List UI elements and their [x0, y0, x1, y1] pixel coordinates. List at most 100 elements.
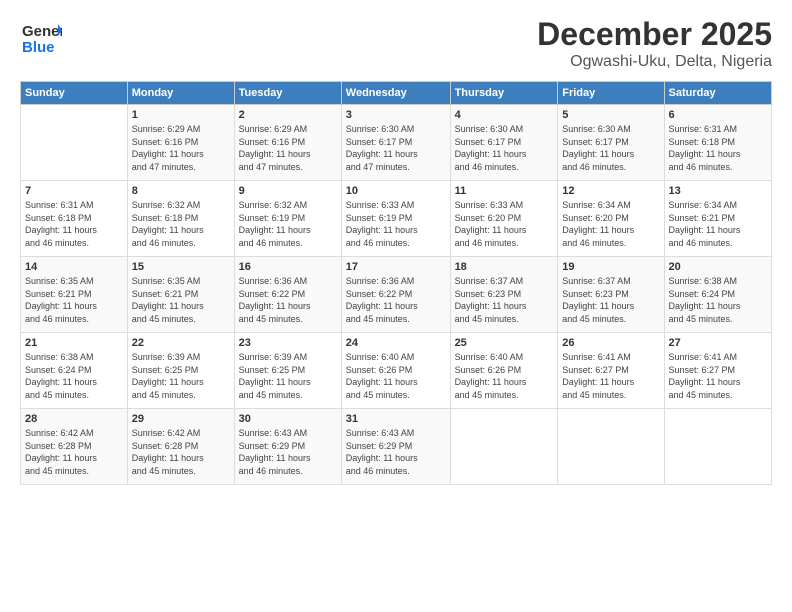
calendar-cell: 9 Sunrise: 6:32 AM Sunset: 6:19 PM Daylig…: [234, 181, 341, 257]
calendar-day-header: Tuesday: [234, 82, 341, 105]
calendar-cell: 14 Sunrise: 6:35 AM Sunset: 6:21 PM Dayli…: [21, 257, 128, 333]
day-number: 31: [346, 413, 446, 425]
svg-text:General: General: [22, 23, 62, 40]
day-info: Sunrise: 6:33 AM Sunset: 6:20 PM Dayligh…: [455, 199, 554, 249]
day-number: 16: [239, 261, 337, 273]
day-info: Sunrise: 6:29 AM Sunset: 6:16 PM Dayligh…: [239, 123, 337, 173]
calendar-cell: 11 Sunrise: 6:33 AM Sunset: 6:20 PM Dayli…: [450, 181, 558, 257]
day-number: 10: [346, 185, 446, 197]
calendar-day-header: Sunday: [21, 82, 128, 105]
day-info: Sunrise: 6:36 AM Sunset: 6:22 PM Dayligh…: [346, 275, 446, 325]
day-number: 26: [562, 337, 659, 349]
calendar-cell: 3 Sunrise: 6:30 AM Sunset: 6:17 PM Daylig…: [341, 105, 450, 181]
calendar-cell: 23 Sunrise: 6:39 AM Sunset: 6:25 PM Dayli…: [234, 333, 341, 409]
logo: General Blue: [20, 16, 62, 63]
day-info: Sunrise: 6:35 AM Sunset: 6:21 PM Dayligh…: [25, 275, 123, 325]
day-number: 9: [239, 185, 337, 197]
day-number: 6: [669, 109, 767, 121]
calendar-cell: 24 Sunrise: 6:40 AM Sunset: 6:26 PM Dayli…: [341, 333, 450, 409]
calendar-cell: 25Sunrise: 6:40 AM Sunset: 6:26 PM Dayli…: [450, 333, 558, 409]
day-number: 8: [132, 185, 230, 197]
day-number: 20: [669, 261, 767, 273]
calendar-cell: 28Sunrise: 6:42 AM Sunset: 6:28 PM Dayli…: [21, 409, 128, 485]
calendar-cell: 4Sunrise: 6:30 AM Sunset: 6:17 PM Daylig…: [450, 105, 558, 181]
day-number: 15: [132, 261, 230, 273]
day-info: Sunrise: 6:41 AM Sunset: 6:27 PM Dayligh…: [562, 351, 659, 401]
calendar-week-row: 28Sunrise: 6:42 AM Sunset: 6:28 PM Dayli…: [21, 409, 772, 485]
title-block: December 2025 Ogwashi-Uku, Delta, Nigeri…: [537, 16, 772, 71]
calendar-header-row: SundayMondayTuesdayWednesdayThursdayFrid…: [21, 82, 772, 105]
calendar-cell: 6 Sunrise: 6:31 AM Sunset: 6:18 PM Daylig…: [664, 105, 771, 181]
calendar-week-row: 21 Sunrise: 6:38 AM Sunset: 6:24 PM Dayli…: [21, 333, 772, 409]
day-number: 27: [669, 337, 767, 349]
calendar-cell: 29Sunrise: 6:42 AM Sunset: 6:28 PM Dayli…: [127, 409, 234, 485]
day-number: 19: [562, 261, 659, 273]
calendar-cell: 5Sunrise: 6:30 AM Sunset: 6:17 PM Daylig…: [558, 105, 664, 181]
day-info: Sunrise: 6:30 AM Sunset: 6:17 PM Dayligh…: [346, 123, 446, 173]
day-info: Sunrise: 6:39 AM Sunset: 6:25 PM Dayligh…: [132, 351, 230, 401]
calendar-cell: 17 Sunrise: 6:36 AM Sunset: 6:22 PM Dayli…: [341, 257, 450, 333]
logo-icon: General Blue: [20, 16, 62, 58]
calendar-cell: 12 Sunrise: 6:34 AM Sunset: 6:20 PM Dayli…: [558, 181, 664, 257]
day-number: 23: [239, 337, 337, 349]
day-info: Sunrise: 6:29 AM Sunset: 6:16 PM Dayligh…: [132, 123, 230, 173]
day-info: Sunrise: 6:31 AM Sunset: 6:18 PM Dayligh…: [25, 199, 123, 249]
day-number: 22: [132, 337, 230, 349]
calendar-day-header: Saturday: [664, 82, 771, 105]
calendar-cell: 30Sunrise: 6:43 AM Sunset: 6:29 PM Dayli…: [234, 409, 341, 485]
day-info: Sunrise: 6:40 AM Sunset: 6:26 PM Dayligh…: [346, 351, 446, 401]
day-info: Sunrise: 6:32 AM Sunset: 6:19 PM Dayligh…: [239, 199, 337, 249]
calendar-cell: 31Sunrise: 6:43 AM Sunset: 6:29 PM Dayli…: [341, 409, 450, 485]
day-info: Sunrise: 6:39 AM Sunset: 6:25 PM Dayligh…: [239, 351, 337, 401]
calendar-cell: 13 Sunrise: 6:34 AM Sunset: 6:21 PM Dayli…: [664, 181, 771, 257]
page-title: December 2025: [537, 16, 772, 53]
day-number: 14: [25, 261, 123, 273]
calendar-cell: 20 Sunrise: 6:38 AM Sunset: 6:24 PM Dayli…: [664, 257, 771, 333]
day-number: 1: [132, 109, 230, 121]
calendar-cell: [664, 409, 771, 485]
day-number: 17: [346, 261, 446, 273]
calendar-cell: [558, 409, 664, 485]
day-number: 21: [25, 337, 123, 349]
calendar-week-row: 1 Sunrise: 6:29 AM Sunset: 6:16 PM Daylig…: [21, 105, 772, 181]
calendar-cell: 16Sunrise: 6:36 AM Sunset: 6:22 PM Dayli…: [234, 257, 341, 333]
day-number: 28: [25, 413, 123, 425]
header: General Blue December 2025 Ogwashi-Uku, …: [20, 16, 772, 71]
calendar-cell: 2Sunrise: 6:29 AM Sunset: 6:16 PM Daylig…: [234, 105, 341, 181]
day-number: 3: [346, 109, 446, 121]
calendar-cell: 15 Sunrise: 6:35 AM Sunset: 6:21 PM Dayli…: [127, 257, 234, 333]
day-number: 30: [239, 413, 337, 425]
calendar-cell: 22 Sunrise: 6:39 AM Sunset: 6:25 PM Dayli…: [127, 333, 234, 409]
calendar-day-header: Wednesday: [341, 82, 450, 105]
day-number: 25: [455, 337, 554, 349]
day-number: 12: [562, 185, 659, 197]
calendar-week-row: 7 Sunrise: 6:31 AM Sunset: 6:18 PM Daylig…: [21, 181, 772, 257]
calendar-week-row: 14 Sunrise: 6:35 AM Sunset: 6:21 PM Dayli…: [21, 257, 772, 333]
day-number: 7: [25, 185, 123, 197]
day-number: 5: [562, 109, 659, 121]
calendar-cell: 21 Sunrise: 6:38 AM Sunset: 6:24 PM Dayli…: [21, 333, 128, 409]
calendar-cell: 1 Sunrise: 6:29 AM Sunset: 6:16 PM Daylig…: [127, 105, 234, 181]
calendar-day-header: Monday: [127, 82, 234, 105]
calendar-cell: 18Sunrise: 6:37 AM Sunset: 6:23 PM Dayli…: [450, 257, 558, 333]
calendar-cell: 26 Sunrise: 6:41 AM Sunset: 6:27 PM Dayli…: [558, 333, 664, 409]
day-info: Sunrise: 6:41 AM Sunset: 6:27 PM Dayligh…: [669, 351, 767, 401]
day-number: 4: [455, 109, 554, 121]
day-number: 24: [346, 337, 446, 349]
calendar-day-header: Friday: [558, 82, 664, 105]
day-info: Sunrise: 6:34 AM Sunset: 6:20 PM Dayligh…: [562, 199, 659, 249]
day-info: Sunrise: 6:37 AM Sunset: 6:23 PM Dayligh…: [455, 275, 554, 325]
svg-text:Blue: Blue: [22, 39, 55, 56]
day-info: Sunrise: 6:35 AM Sunset: 6:21 PM Dayligh…: [132, 275, 230, 325]
day-number: 11: [455, 185, 554, 197]
page-subtitle: Ogwashi-Uku, Delta, Nigeria: [537, 53, 772, 71]
calendar-body: 1 Sunrise: 6:29 AM Sunset: 6:16 PM Daylig…: [21, 105, 772, 485]
day-info: Sunrise: 6:37 AM Sunset: 6:23 PM Dayligh…: [562, 275, 659, 325]
day-number: 13: [669, 185, 767, 197]
calendar-cell: 8Sunrise: 6:32 AM Sunset: 6:18 PM Daylig…: [127, 181, 234, 257]
day-info: Sunrise: 6:38 AM Sunset: 6:24 PM Dayligh…: [669, 275, 767, 325]
day-info: Sunrise: 6:33 AM Sunset: 6:19 PM Dayligh…: [346, 199, 446, 249]
day-info: Sunrise: 6:31 AM Sunset: 6:18 PM Dayligh…: [669, 123, 767, 173]
day-info: Sunrise: 6:34 AM Sunset: 6:21 PM Dayligh…: [669, 199, 767, 249]
day-info: Sunrise: 6:38 AM Sunset: 6:24 PM Dayligh…: [25, 351, 123, 401]
